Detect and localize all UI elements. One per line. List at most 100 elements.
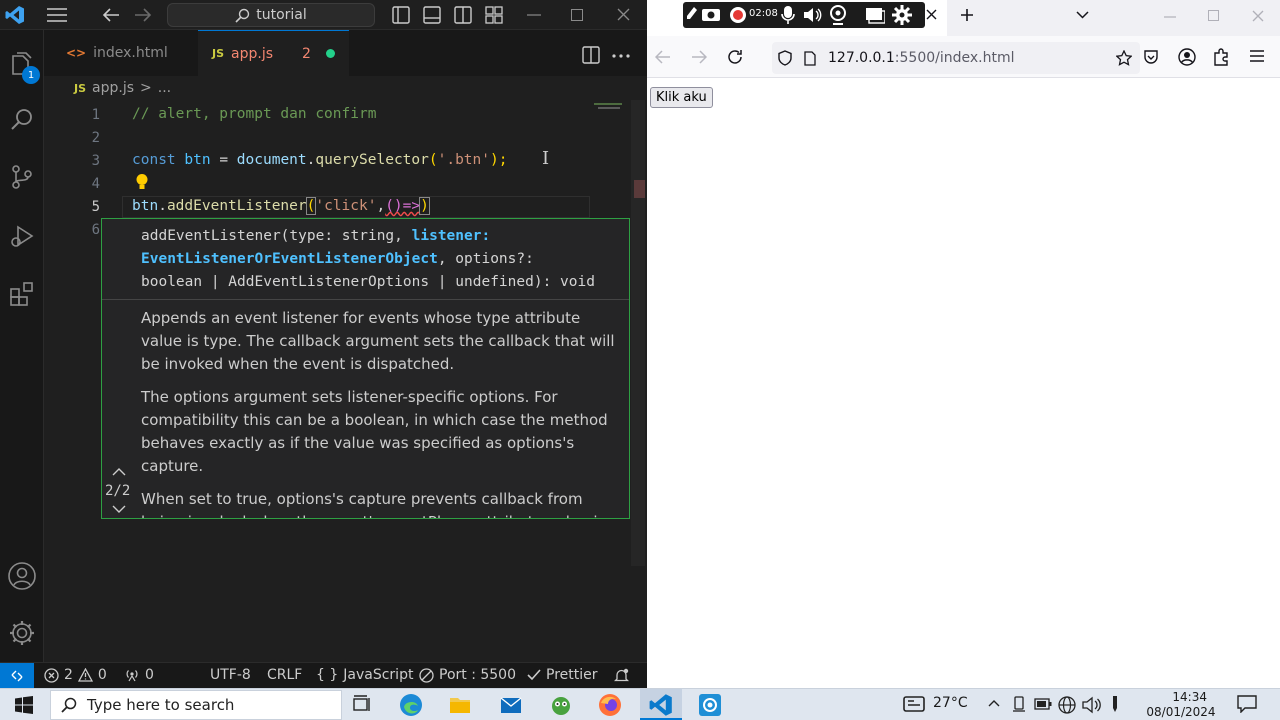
accounts-icon[interactable] [7,561,37,591]
no-entry-icon [419,667,434,683]
live-server-status[interactable]: Port : 5500 [419,667,516,683]
lightbulb-icon[interactable] [135,173,149,191]
source-control-icon[interactable] [8,163,36,191]
tray-chevron-up-icon[interactable] [988,699,1000,707]
mail-icon[interactable] [499,693,523,717]
vscode-logo-icon[interactable] [5,5,25,25]
volume-icon[interactable] [1082,696,1102,714]
doc-paragraph: The options argument sets listener-speci… [141,388,608,475]
toggle-secondary-sidebar-icon[interactable] [454,6,472,24]
temperature[interactable]: 27°C [933,695,968,711]
list-all-tabs-chevron-down-icon[interactable] [1076,11,1089,19]
tab-close-icon[interactable] [926,9,937,20]
camera-icon[interactable] [701,6,721,22]
maximize-icon[interactable] [571,9,583,21]
network-globe-icon[interactable] [1058,696,1076,714]
problems-status[interactable]: 2 0 [44,667,107,683]
customize-layout-icon[interactable] [485,6,503,24]
toggle-panel-icon[interactable] [423,6,441,24]
pocket-icon[interactable] [1143,49,1159,65]
remote-indicator-icon[interactable] [0,663,34,688]
toggle-sidebar-icon[interactable] [392,6,410,24]
overload-up-icon[interactable] [112,467,126,476]
tray-device-icon[interactable] [1012,696,1026,714]
pen-tray-icon[interactable] [1108,695,1122,715]
recorder-settings-gear-icon[interactable] [891,4,913,26]
webcam-icon[interactable] [829,5,847,25]
store-app-icon[interactable] [549,693,573,717]
editor-scrollbar[interactable] [631,100,645,566]
ports-status[interactable]: 0 [124,667,154,683]
forward-arrow-icon[interactable] [134,7,152,23]
eol-status[interactable]: CRLF [267,667,302,683]
vscode-window: tutorial 1 <> index.html JS app.js 2 JS … [0,0,647,688]
app-menu-icon[interactable] [1250,50,1264,62]
prettier-status[interactable]: Prettier [527,667,598,683]
token-close: ); [490,152,508,168]
browser-minimize-icon[interactable] [1164,16,1176,18]
klik-aku-button[interactable]: Klik aku [650,87,713,108]
extensions-puzzle-icon[interactable] [1213,48,1231,66]
more-actions-icon[interactable] [612,54,630,58]
tab-index-html[interactable]: <> index.html [52,30,182,76]
minimize-icon[interactable] [527,14,541,16]
back-arrow-icon[interactable] [102,7,120,23]
menu-icon[interactable] [47,8,67,22]
address-bar[interactable]: 127.0.0.1:5500/index.html [772,42,1140,74]
split-editor-icon[interactable] [582,46,600,64]
hover-divider [102,299,629,300]
battery-icon[interactable] [1034,698,1052,710]
search-view-icon[interactable] [8,106,36,134]
code-line-5[interactable]: btn.addEventListener('click',()=>) [132,197,430,215]
task-view-icon[interactable] [350,693,374,717]
extensions-icon[interactable] [8,280,36,308]
browser-forward-icon[interactable] [691,50,707,64]
code-line-1[interactable]: // alert, prompt dan confirm [132,106,376,122]
edge-browser-icon[interactable] [399,693,423,717]
minimap-line [594,103,622,105]
taskbar-search-box[interactable]: Type here to search [50,690,342,720]
tab-app-js[interactable]: JS app.js 2 [198,30,349,76]
vscode-taskbar-button[interactable] [640,689,682,720]
record-icon[interactable] [729,6,747,24]
browser-close-icon[interactable] [1252,10,1264,22]
screen-icon[interactable] [865,6,885,24]
speaker-icon[interactable] [803,6,823,24]
editor-tab-bar: <> index.html JS app.js 2 [44,30,647,76]
screen-recorder-app-icon[interactable] [698,693,722,717]
notifications-bell-icon[interactable] [614,668,629,683]
command-center-search[interactable]: tutorial [167,3,375,27]
unsaved-dot-icon[interactable] [325,49,335,58]
page-icon[interactable] [804,50,816,66]
run-debug-icon[interactable] [8,222,36,250]
line-number: 4 [91,176,100,192]
breadcrumb-more[interactable]: ... [158,80,171,96]
ports-count: 0 [145,667,154,683]
new-tab-plus-icon[interactable] [960,8,974,22]
file-explorer-icon[interactable] [448,693,472,717]
explorer-badge: 1 [22,66,40,84]
encoding-status[interactable]: UTF-8 [210,667,251,683]
tracking-shield-icon[interactable] [778,50,792,66]
breadcrumb-file[interactable]: app.js [92,80,134,96]
account-icon[interactable] [1178,48,1196,66]
microphone-icon[interactable] [781,5,795,25]
clock-date[interactable]: 08/01/2024 [1140,705,1222,719]
code-line-3[interactable]: const btn = document.querySelector('.btn… [132,152,507,168]
clock-time[interactable]: 14:34 [1157,690,1207,704]
firefox-icon[interactable] [598,693,622,717]
bookmark-star-icon[interactable] [1116,50,1132,66]
overload-down-icon[interactable] [112,505,126,514]
browser-maximize-icon[interactable] [1208,10,1219,21]
language-status[interactable]: { } JavaScript [316,667,413,683]
close-icon[interactable] [617,8,630,21]
settings-gear-icon[interactable] [7,618,37,648]
browser-back-icon[interactable] [655,50,671,64]
pen-icon[interactable] [686,6,698,22]
search-placeholder: Type here to search [87,696,235,714]
notification-center-icon[interactable] [1237,695,1257,713]
reload-icon[interactable] [727,49,743,65]
screen-recorder-toolbar: 02:08 [683,2,925,28]
weather-icon[interactable] [902,694,926,714]
windows-start-icon[interactable] [15,696,33,714]
